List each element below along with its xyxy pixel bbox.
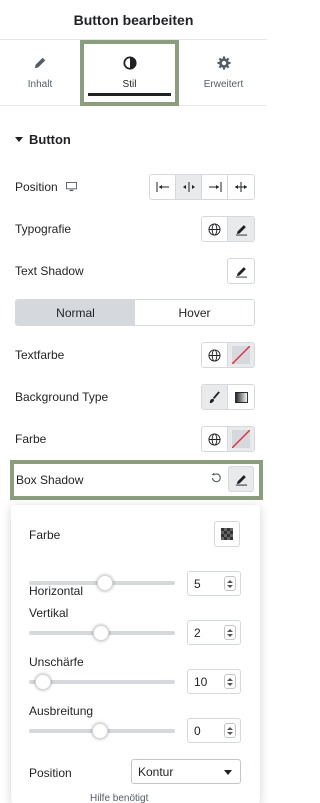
state-hover-tab[interactable]: Hover	[135, 300, 254, 325]
textfarbe-buttons	[201, 342, 255, 368]
horizontal-input[interactable]: 5	[187, 571, 241, 596]
typografie-row: Typografie	[15, 216, 255, 242]
gear-icon	[216, 56, 231, 73]
farbe-label: Farbe	[15, 432, 47, 446]
position-row: Position	[15, 174, 255, 200]
box-shadow-popover: Farbe Horizontal 5 Vertikal 2 Unschärfe …	[11, 505, 260, 803]
tab-inhalt[interactable]: Inhalt	[0, 40, 80, 106]
globe-icon[interactable]	[202, 217, 228, 241]
globe-icon[interactable]	[202, 427, 228, 451]
text-shadow-row: Text Shadow	[15, 258, 255, 284]
textfarbe-label: Textfarbe	[15, 348, 65, 362]
horizontal-stepper[interactable]	[224, 576, 236, 591]
panel-header: Button bearbeiten	[0, 0, 267, 40]
caret-down-icon	[15, 137, 23, 142]
unschaerfe-stepper[interactable]	[224, 674, 236, 689]
tab-active-indicator	[88, 93, 171, 96]
horizontal-slider[interactable]	[29, 575, 175, 591]
edit-pencil-icon[interactable]	[228, 217, 254, 241]
align-right-button[interactable]	[202, 175, 228, 199]
text-shadow-label: Text Shadow	[15, 264, 84, 278]
section-toggle-button[interactable]: Button	[15, 132, 71, 147]
panel-title: Button bearbeiten	[73, 11, 194, 28]
position-select-value: Kontur	[138, 764, 174, 779]
align-left-button[interactable]	[150, 175, 176, 199]
box-shadow-row: Box Shadow	[10, 460, 263, 500]
pencil-icon	[33, 56, 47, 73]
position-label: Position	[15, 180, 58, 194]
tab-bar: Inhalt Stil Erweitert	[0, 40, 267, 106]
ausbreitung-input[interactable]: 0	[187, 718, 241, 743]
background-type-row: Background Type	[15, 384, 255, 410]
background-type-label: Background Type	[15, 390, 109, 404]
unschaerfe-input[interactable]: 10	[187, 669, 241, 694]
section-title: Button	[29, 132, 71, 147]
gradient-icon[interactable]	[228, 385, 254, 409]
desktop-icon[interactable]	[65, 182, 77, 192]
ausbreitung-label: Ausbreitung	[29, 704, 94, 718]
brush-icon[interactable]	[202, 385, 228, 409]
state-normal-tab[interactable]: Normal	[16, 300, 135, 325]
vertikal-slider-thumb[interactable]	[93, 625, 109, 641]
vertikal-value: 2	[194, 625, 201, 640]
align-stretch-button[interactable]	[228, 175, 254, 199]
contrast-icon	[122, 56, 137, 73]
tab-erweitert-label: Erweitert	[203, 79, 244, 90]
color-picker-swatch[interactable]	[214, 521, 240, 547]
vertikal-label: Vertikal	[29, 606, 69, 620]
farbe-row: Farbe	[15, 426, 255, 452]
textfarbe-row: Textfarbe	[15, 342, 255, 368]
globe-icon[interactable]	[202, 343, 228, 367]
text-shadow-buttons	[227, 258, 255, 284]
edit-pencil-icon[interactable]	[228, 466, 254, 492]
color-unset-swatch[interactable]	[228, 427, 254, 451]
horizontal-label: Horizontal	[29, 584, 84, 598]
ausbreitung-value: 0	[194, 723, 201, 738]
align-center-button[interactable]	[176, 175, 202, 199]
position-select[interactable]: Kontur	[131, 759, 241, 784]
background-type-buttons	[201, 384, 255, 410]
edit-pencil-icon[interactable]	[228, 259, 254, 283]
state-switcher: Normal Hover	[15, 299, 255, 326]
vertikal-slider[interactable]	[29, 625, 175, 641]
typografie-label: Typografie	[15, 222, 72, 236]
tab-stil-label: Stil	[122, 79, 137, 90]
typografie-buttons	[201, 216, 255, 242]
tab-stil[interactable]: Stil	[80, 40, 179, 106]
vertikal-stepper[interactable]	[224, 625, 236, 640]
farbe-buttons	[201, 426, 255, 452]
chevron-down-icon	[224, 770, 232, 775]
unschaerfe-label: Unschärfe	[29, 655, 84, 669]
popover-position-label: Position	[29, 766, 72, 780]
tab-inhalt-label: Inhalt	[27, 79, 53, 90]
unschaerfe-slider[interactable]	[29, 674, 175, 690]
vertikal-input[interactable]: 2	[187, 620, 241, 645]
horizontal-slider-thumb[interactable]	[97, 575, 113, 591]
ausbreitung-slider-thumb[interactable]	[92, 723, 108, 739]
ausbreitung-slider[interactable]	[29, 723, 175, 739]
ausbreitung-stepper[interactable]	[224, 723, 236, 738]
horizontal-value: 5	[194, 576, 201, 591]
popover-farbe-label: Farbe	[29, 528, 61, 542]
help-hint[interactable]: Hilfe benötigt	[90, 793, 148, 803]
reset-icon[interactable]	[210, 472, 222, 487]
unschaerfe-slider-thumb[interactable]	[35, 674, 51, 690]
position-buttons	[149, 174, 255, 200]
tab-erweitert[interactable]: Erweitert	[180, 40, 267, 106]
box-shadow-label: Box Shadow	[16, 473, 84, 487]
unschaerfe-value: 10	[194, 674, 208, 689]
color-unset-swatch[interactable]	[228, 343, 254, 367]
